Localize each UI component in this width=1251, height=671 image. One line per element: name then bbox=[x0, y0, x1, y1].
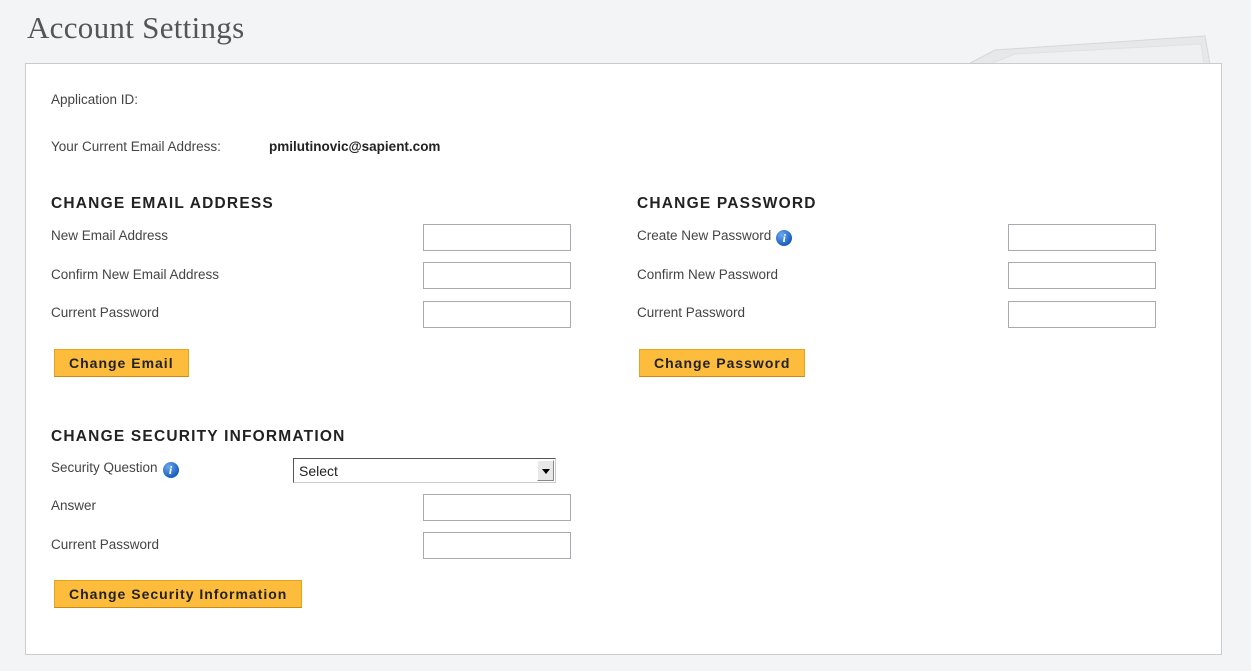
change-email-heading: CHANGE EMAIL ADDRESS bbox=[51, 195, 274, 212]
page-title: Account Settings bbox=[27, 10, 245, 45]
confirm-password-label: Confirm New Password bbox=[637, 267, 779, 282]
change-security-button[interactable]: Change Security Information bbox=[54, 580, 303, 608]
new-password-label: Create New Password bbox=[637, 228, 772, 243]
answer-label: Answer bbox=[51, 498, 97, 513]
email-current-password-label: Current Password bbox=[51, 305, 160, 320]
confirm-email-label: Confirm New Email Address bbox=[51, 267, 220, 282]
current-email-label: Your Current Email Address: bbox=[51, 139, 221, 154]
security-question-label-wrap: Security Question i bbox=[51, 460, 179, 478]
security-question-selected: Select bbox=[299, 463, 338, 479]
confirm-email-field[interactable] bbox=[423, 262, 571, 289]
info-icon[interactable]: i bbox=[162, 462, 179, 478]
email-current-password-field[interactable] bbox=[423, 301, 571, 328]
password-current-password-label: Current Password bbox=[637, 305, 746, 320]
info-icon[interactable]: i bbox=[776, 230, 793, 246]
change-security-heading: CHANGE SECURITY INFORMATION bbox=[51, 428, 346, 445]
change-password-heading: CHANGE PASSWORD bbox=[637, 195, 817, 212]
answer-field[interactable] bbox=[423, 494, 571, 521]
confirm-password-field[interactable] bbox=[1008, 262, 1156, 289]
account-settings-panel: Application ID: Your Current Email Addre… bbox=[25, 63, 1222, 655]
security-current-password-label: Current Password bbox=[51, 537, 160, 552]
change-password-button[interactable]: Change Password bbox=[639, 349, 806, 377]
security-question-label: Security Question bbox=[51, 460, 158, 475]
chevron-down-icon[interactable] bbox=[537, 460, 554, 481]
security-current-password-field[interactable] bbox=[423, 532, 571, 559]
password-current-password-field[interactable] bbox=[1008, 301, 1156, 328]
new-email-field[interactable] bbox=[423, 224, 571, 251]
application-id-label: Application ID: bbox=[51, 92, 139, 107]
change-email-button[interactable]: Change Email bbox=[54, 349, 189, 377]
current-email-value: pmilutinovic@sapient.com bbox=[269, 139, 441, 154]
new-password-label-wrap: Create New Password i bbox=[637, 228, 793, 246]
security-question-select[interactable]: Select bbox=[293, 458, 556, 483]
new-password-field[interactable] bbox=[1008, 224, 1156, 251]
new-email-label: New Email Address bbox=[51, 228, 169, 243]
